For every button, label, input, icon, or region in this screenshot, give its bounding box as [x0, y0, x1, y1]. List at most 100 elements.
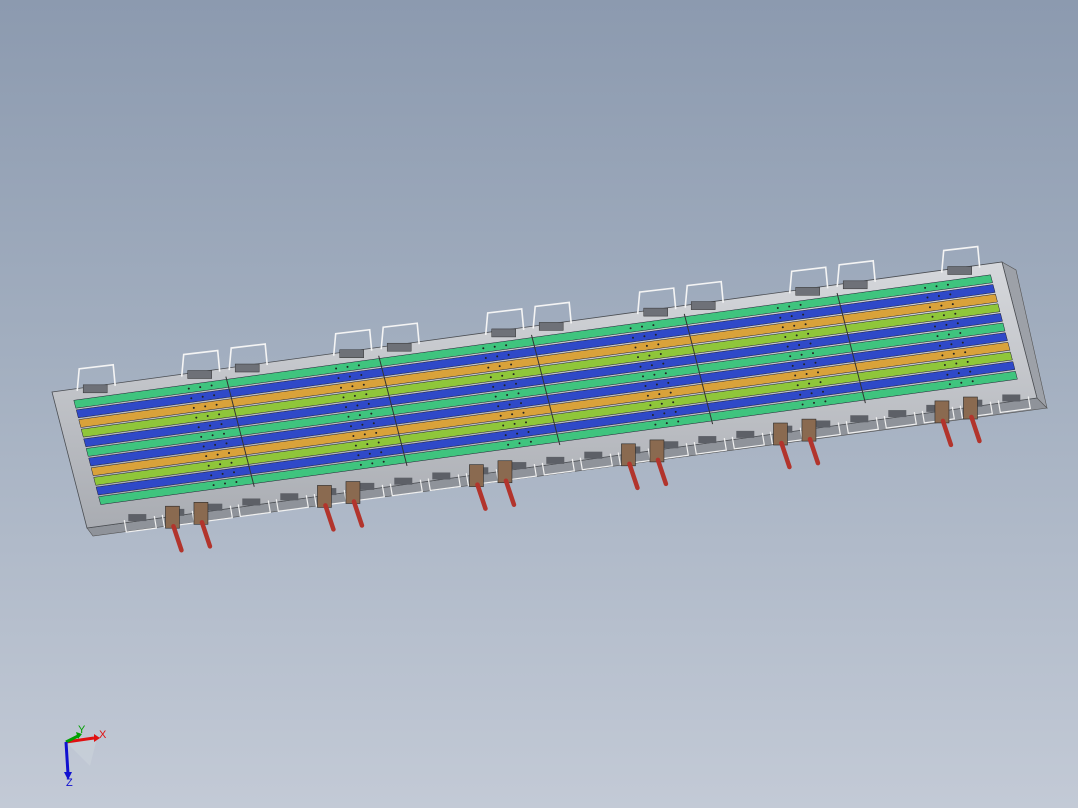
handle-bracket [690, 301, 716, 310]
rail-bolt [529, 440, 532, 443]
rail-bolt [642, 375, 644, 378]
rail-bolt [655, 383, 658, 386]
fixture-model[interactable] [0, 0, 1078, 808]
rail-bolt [667, 381, 670, 384]
rail-bolt [935, 285, 938, 288]
front-bracket-block [128, 514, 147, 522]
handle-bracket [947, 266, 972, 275]
rail-bolt [356, 404, 359, 407]
rail-bolt [658, 393, 661, 396]
rail-bolt [214, 443, 217, 446]
rail-bolt [200, 435, 203, 438]
rail-bolt [225, 442, 228, 445]
rail-bolt [653, 373, 656, 376]
rail-bolt [800, 353, 803, 356]
rail-bolt [779, 316, 782, 319]
rail-bolt [230, 461, 233, 464]
rail-bolt [487, 366, 490, 369]
rail-bolt [522, 411, 525, 414]
rail-bolt [813, 401, 815, 404]
rail-bolt [629, 327, 632, 330]
rail-bolt [657, 343, 660, 346]
handle-bracket [842, 280, 868, 290]
rail-bolt [969, 370, 972, 373]
rail-bolt [360, 374, 363, 376]
rail-bolt [802, 313, 805, 316]
rail-bolt [201, 395, 204, 398]
handle-bracket [386, 342, 412, 352]
rail-bolt [489, 376, 492, 379]
rail-bolt [946, 283, 949, 286]
rail-bolt [204, 405, 207, 408]
rail-bolt [966, 360, 969, 363]
rail-bolt [192, 406, 195, 409]
clamp-handle-6 [503, 478, 517, 507]
rail-bolt [665, 422, 668, 425]
rail-bolt [649, 404, 652, 407]
rail-bolt [807, 332, 810, 335]
rail-bolt [497, 405, 500, 408]
rail-bolt [482, 347, 485, 350]
rail-bolt [527, 431, 530, 433]
rail-bolt [794, 374, 797, 377]
graphics-viewport[interactable]: X Y Z [0, 0, 1078, 808]
handle-bracket [795, 287, 820, 296]
clamp-handle-1 [171, 523, 184, 553]
front-bracket-block [698, 436, 717, 444]
rail-bolt [937, 295, 940, 297]
rail-bolt [956, 322, 959, 325]
rail-bolt [512, 373, 515, 376]
rail-bolt [955, 362, 958, 365]
rail-bolt [223, 432, 225, 435]
rail-bolt [221, 472, 224, 475]
rail-bolt [202, 445, 205, 448]
rail-bolt [663, 412, 666, 415]
rail-bolt [219, 463, 222, 466]
rail-bolt [945, 323, 948, 326]
rail-bolt [346, 365, 349, 368]
rail-bolt [211, 434, 214, 437]
rail-bolt [496, 355, 499, 358]
clamp-handle-4 [351, 499, 365, 528]
rail-bolt [190, 397, 193, 400]
rail-bolt [940, 304, 943, 307]
rail-bolt [367, 402, 370, 405]
rail-bolt [504, 434, 507, 437]
rail-bolt [677, 420, 680, 423]
rail-bolt [948, 383, 951, 386]
rail-bolt [340, 386, 342, 389]
clamp-handle-3 [323, 503, 336, 532]
rail-bolt [494, 395, 497, 398]
rail-bolt [801, 403, 804, 406]
axis-z-label: Z [66, 777, 73, 789]
rail-bolt [936, 335, 939, 338]
rail-bolt [517, 392, 520, 395]
rail-bolt [498, 365, 501, 368]
rail-bolt [947, 333, 950, 336]
rail-bolt [645, 344, 648, 347]
rail-bolt [358, 414, 361, 417]
clamp-handle-2 [199, 520, 213, 549]
rail-bolt [964, 351, 967, 354]
clamp-handle-8 [655, 457, 669, 487]
handle-bracket [187, 370, 212, 379]
rail-bolt [961, 341, 964, 344]
orientation-triad: X Y Z [50, 722, 120, 792]
rail-bolt [960, 381, 963, 384]
clamp-handle-5 [475, 482, 488, 511]
rail-bolt [664, 372, 667, 375]
rail-bolt [634, 346, 637, 349]
rail-bolt [809, 342, 812, 345]
rail-bolt [235, 481, 238, 483]
rail-bolt [371, 462, 374, 465]
axis-y-label: Y [78, 724, 86, 736]
rail-bolt [493, 345, 496, 348]
rail-bolt [795, 334, 798, 337]
rail-bolt [335, 367, 338, 370]
rail-bolt [784, 336, 787, 338]
rail-bolt [819, 381, 822, 384]
rail-bolt [187, 387, 190, 390]
axis-x-label: X [99, 729, 107, 741]
rail-bolt [513, 422, 516, 425]
front-bracket-block [1002, 394, 1021, 402]
